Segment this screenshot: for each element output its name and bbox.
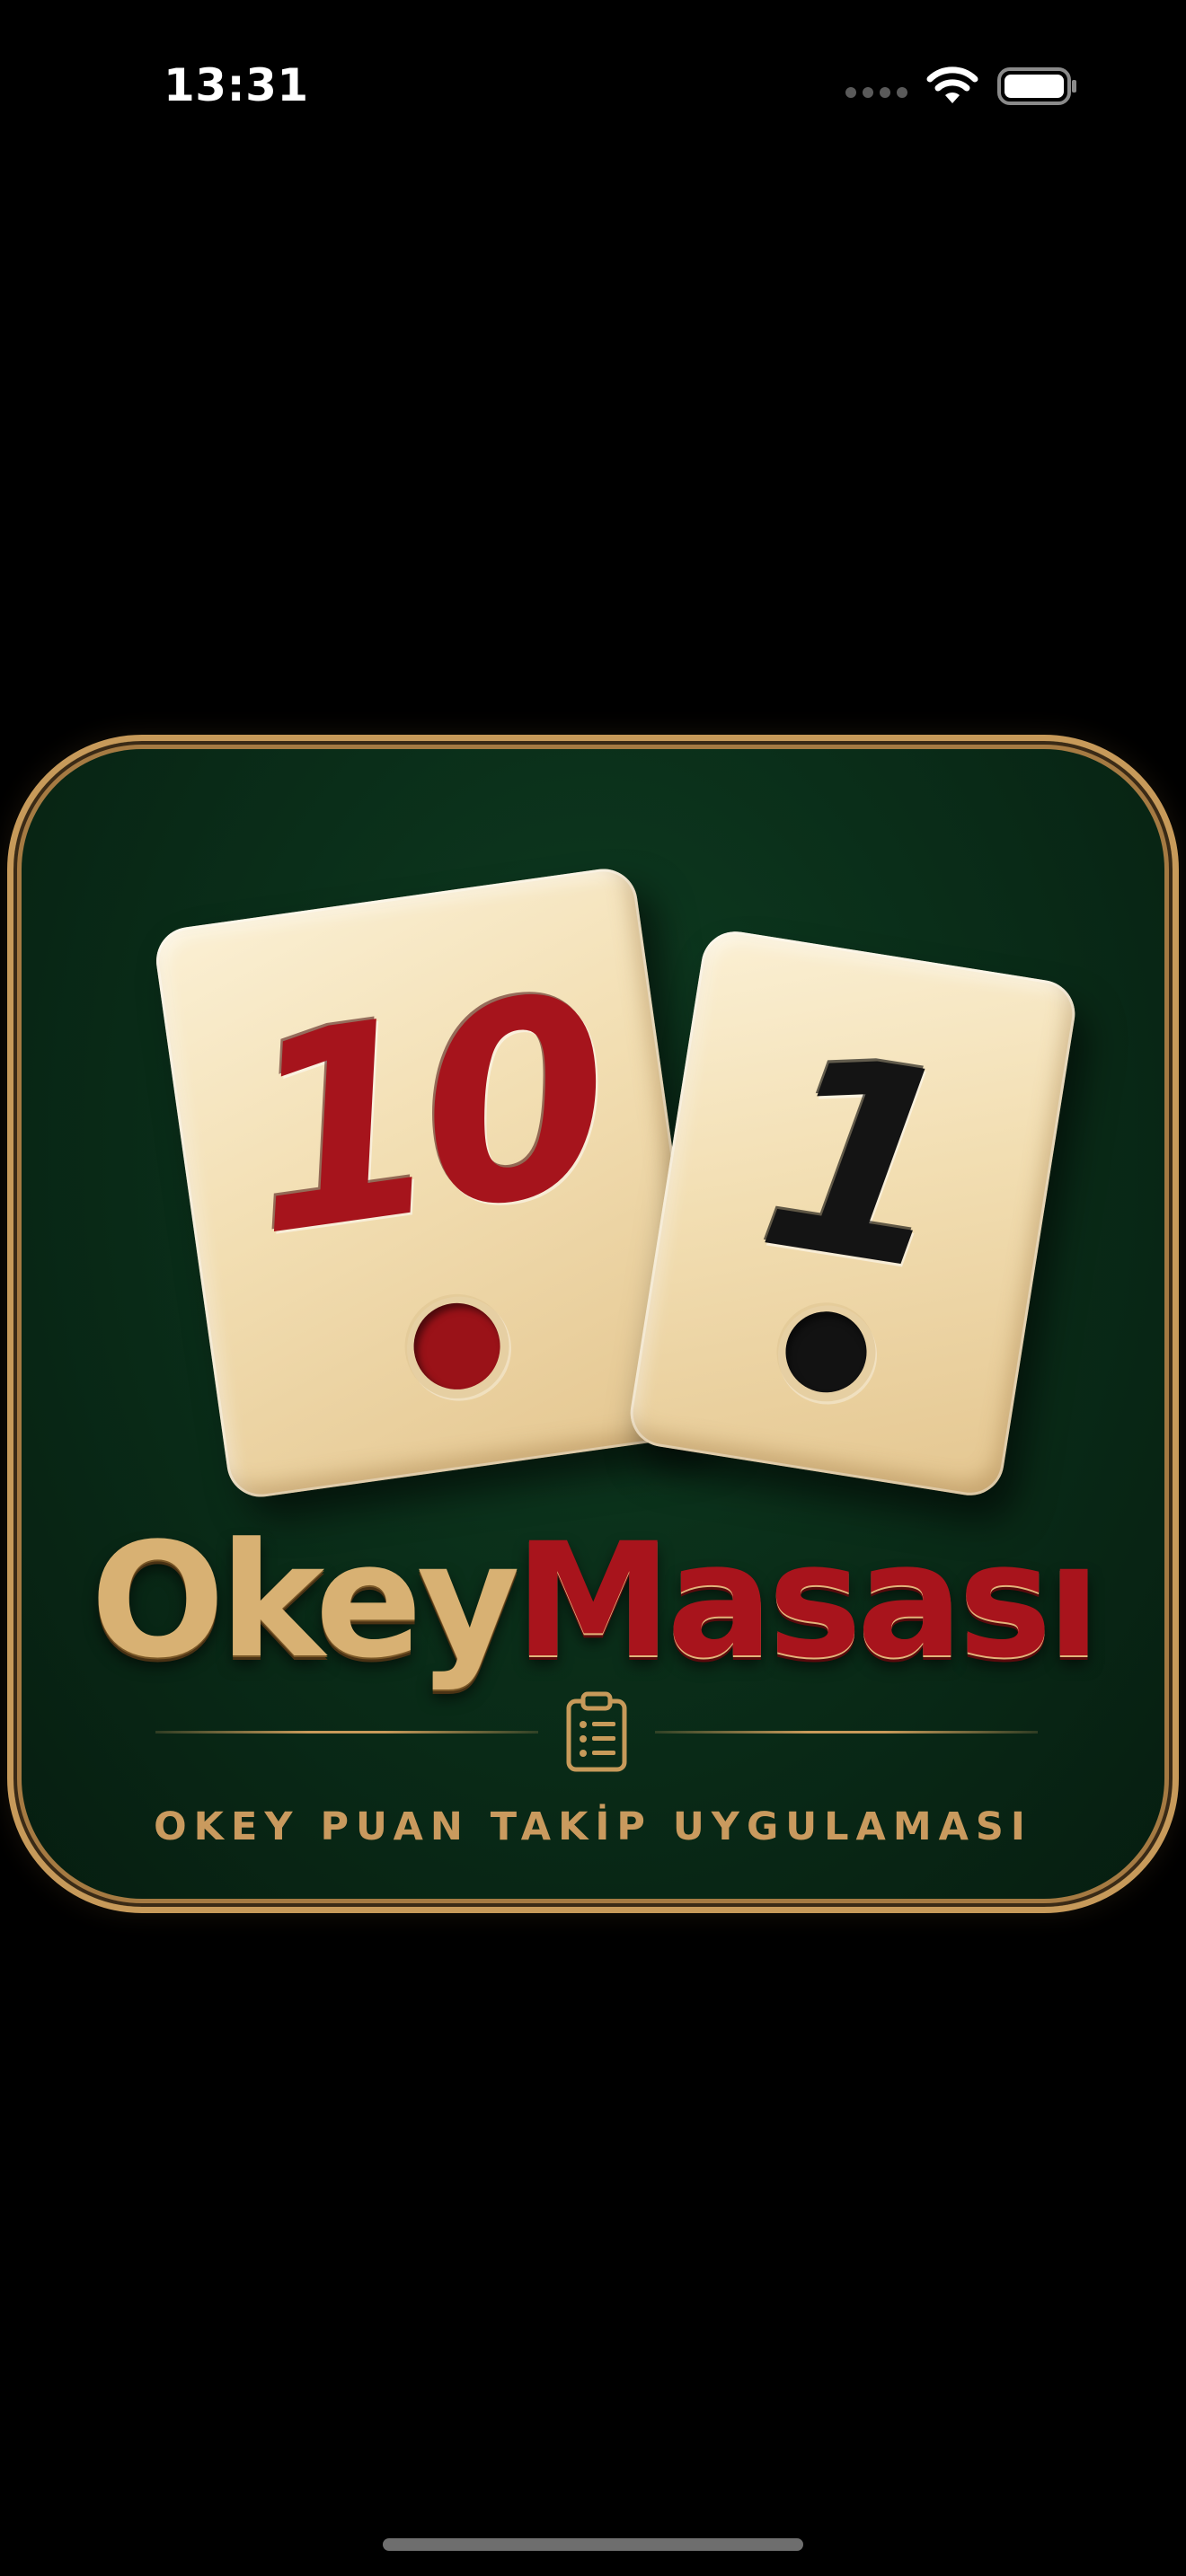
app-tagline: OKEY PUAN TAKİP UYGULAMASI (154, 1804, 1032, 1849)
divider-line-left (155, 1730, 538, 1734)
status-time: 13:31 (164, 59, 309, 111)
status-bar: 13:31 (0, 0, 1186, 171)
wifi-icon (926, 66, 978, 103)
battery-icon (997, 67, 1076, 105)
tile-one-number: 1 (743, 993, 978, 1333)
status-icons (845, 65, 1078, 108)
cellular-signal-icon (845, 87, 907, 98)
clipboard-list-icon (566, 1691, 627, 1772)
tile-ten-red-dot (408, 1297, 506, 1396)
divider-line-right (655, 1730, 1038, 1734)
okey-tile-ten: 10 (152, 864, 712, 1502)
brand-wordmark: OkeyMasası (13, 1522, 1173, 1681)
app-logo-card: 10 1 OkeyMasası OKEY PUAN TAKİP UYGULAMA… (7, 735, 1179, 1913)
tile-ten-number: 10 (227, 937, 618, 1297)
home-indicator[interactable] (383, 2538, 803, 2551)
brand-okey: Okey (90, 1509, 520, 1693)
brand-masasi: Masası (514, 1509, 1102, 1693)
brand-divider (155, 1691, 1038, 1772)
okey-tile-one: 1 (625, 926, 1080, 1501)
